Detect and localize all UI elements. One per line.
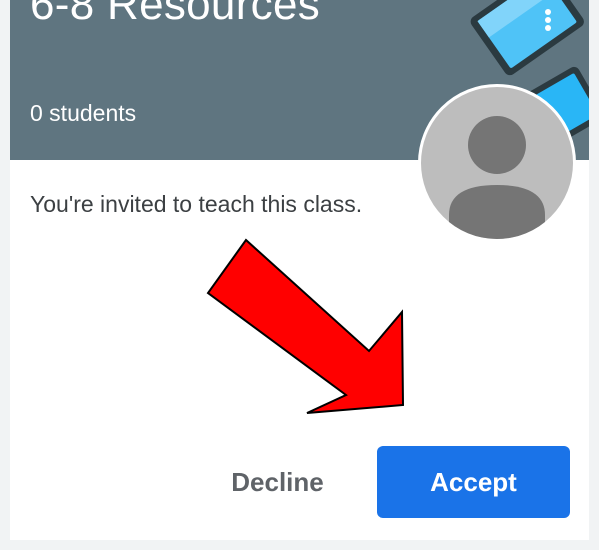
class-invitation-card: 6-8 Resources 0 students You're invited … <box>0 0 599 550</box>
card-border <box>0 0 599 550</box>
